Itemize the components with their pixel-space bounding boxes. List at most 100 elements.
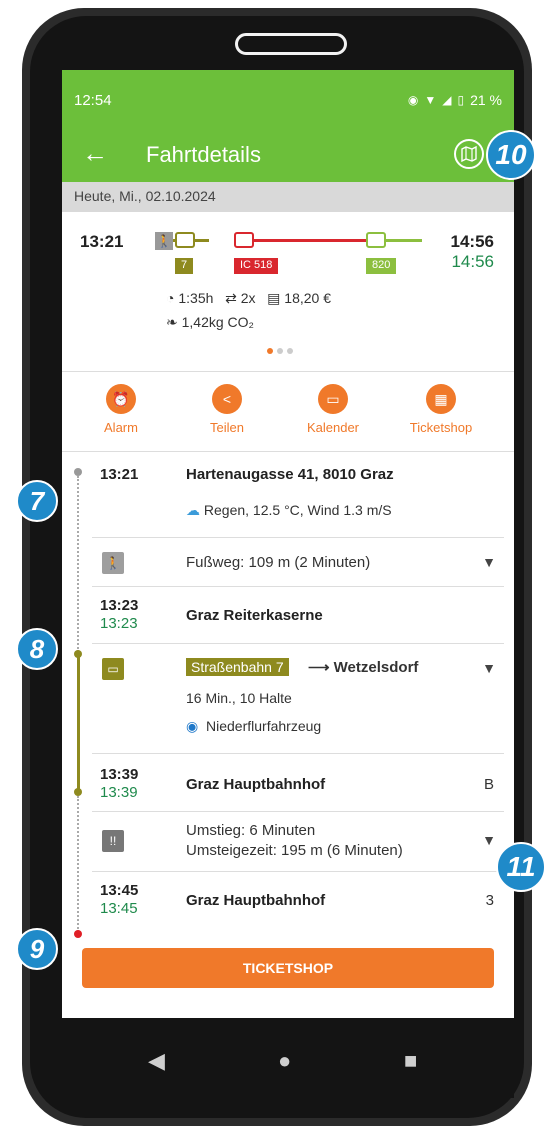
stop-row[interactable]: 13:23 13:23 Graz Reiterkaserne: [92, 587, 504, 644]
tram-feature: ◉ Niederflurfahrzeug: [186, 718, 321, 735]
app-screen: 12:54 ◉ ▼ ◢ ▯ 21 % ← Fahrtdetails Heute,…: [62, 70, 514, 1018]
alarm-label: Alarm: [104, 420, 138, 435]
callout-11: 11: [496, 842, 546, 892]
track-number: 3: [485, 892, 494, 909]
battery-level: 21 %: [470, 92, 502, 108]
callout-7: 7: [16, 480, 58, 522]
expand-icon[interactable]: ▼: [482, 554, 496, 570]
status-time: 12:54: [74, 92, 112, 109]
walk-icon: 🚶: [155, 232, 173, 250]
recents-square-icon[interactable]: ■: [404, 1048, 417, 1074]
train-line-badge: IC 518: [234, 258, 279, 274]
pager-dot[interactable]: [287, 348, 293, 354]
trip-co2: ❧ 1,42kg CO₂: [166, 314, 254, 331]
weather-text: Regen, 12.5 °C, Wind 1.3 m/S: [203, 502, 392, 518]
co2-value: 1,42kg CO₂: [181, 314, 254, 330]
cloud-icon: ☁: [186, 502, 200, 518]
tram-leg-row[interactable]: ▭ Straßenbahn 7 ⟶ Wetzelsdorf ▼ 16 Min.,…: [92, 644, 504, 754]
stop-time-actual: 13:39: [100, 784, 138, 801]
walk-row[interactable]: 🚶 Fußweg: 109 m (2 Minuten) ▼: [92, 537, 504, 587]
map-button[interactable]: [454, 139, 484, 169]
weather-info: ☁ Regen, 12.5 °C, Wind 1.3 m/S: [186, 502, 392, 519]
stop-marker: [74, 788, 82, 796]
pager-dots[interactable]: [267, 348, 293, 354]
share-label: Teilen: [210, 420, 244, 435]
wifi-icon: ▼: [424, 93, 437, 107]
share-button[interactable]: < Teilen: [182, 384, 272, 435]
stop-time-actual: 13:45: [100, 900, 138, 917]
ticketshop-action-button[interactable]: ▦ Ticketshop: [396, 384, 486, 435]
calendar-button[interactable]: ▭ Kalender: [288, 384, 378, 435]
pager-dot[interactable]: [267, 348, 273, 354]
trip-summary[interactable]: 13:21 🚶 7 IC 518 820 14:56 14:56 ◔ 1:35h…: [62, 212, 514, 372]
timeline-segment: [254, 239, 366, 242]
walk-icon: 🚶: [102, 552, 124, 574]
tram-icon: ▭: [102, 658, 124, 680]
callout-9: 9: [16, 928, 58, 970]
stop-name: Graz Reiterkaserne: [186, 607, 323, 624]
train-icon: [234, 232, 254, 248]
app-bar: ← Fahrtdetails: [62, 130, 514, 182]
stop-row[interactable]: 13:21 Hartenaugasse 41, 8010 Graz ☁ Rege…: [92, 452, 504, 526]
change-icon: ⇄: [225, 290, 237, 306]
tram-info: 16 Min., 10 Halte: [186, 690, 292, 706]
trip-duration: 1:35h: [178, 290, 214, 306]
tram-line: [77, 656, 80, 790]
back-triangle-icon[interactable]: ◀: [148, 1048, 165, 1074]
stop-row[interactable]: 13:45 13:45 Graz Hauptbahnhof 3: [92, 872, 504, 927]
share-icon: <: [212, 384, 242, 414]
calendar-label: Kalender: [306, 420, 360, 435]
stop-marker: [74, 468, 82, 476]
battery-icon: ▯: [457, 93, 465, 107]
stop-time-actual: 13:23: [100, 615, 138, 632]
pager-dot[interactable]: [277, 348, 283, 354]
status-icons: ◉ ▼ ◢ ▯ 21 %: [408, 92, 502, 108]
tram-line-badge: Straßenbahn 7: [186, 658, 289, 676]
trip-price: 18,20 €: [284, 290, 332, 306]
stop-name: Hartenaugasse 41, 8010 Graz: [186, 466, 394, 483]
page-title: Fahrtdetails: [146, 142, 261, 167]
stop-time: 13:21: [100, 466, 139, 483]
signal-icon: ◢: [442, 93, 452, 107]
leaf-icon: ❧: [166, 314, 178, 330]
clock-icon: ◔: [166, 290, 175, 306]
timeline-segment: [195, 239, 209, 242]
date-bar: Heute, Mi., 02.10.2024: [62, 182, 514, 212]
transfer-line: [77, 796, 79, 932]
stop-marker: [74, 930, 82, 938]
tram-direction: ⟶ Wetzelsdorf: [308, 659, 419, 676]
alarm-button[interactable]: ⏰ Alarm: [76, 384, 166, 435]
ticketshop-button[interactable]: TICKETSHOP: [82, 948, 494, 988]
bus-icon: [366, 232, 386, 248]
transfer-icon: !!: [102, 830, 124, 852]
action-row: ⏰ Alarm < Teilen ▭ Kalender ▦ Ticketshop: [62, 372, 514, 452]
map-icon: [461, 146, 477, 162]
money-icon: ▤: [267, 290, 281, 306]
tram-line-badge: 7: [175, 258, 194, 274]
expand-icon[interactable]: ▼: [482, 832, 496, 848]
walk-text: Fußweg: 109 m (2 Minuten): [186, 554, 371, 571]
callout-10: 10: [486, 130, 536, 180]
stop-name: Graz Hauptbahnhof: [186, 892, 326, 909]
arrival-time-actual: 14:56: [451, 252, 494, 271]
stop-name: Graz Hauptbahnhof: [186, 776, 326, 793]
ticket-icon: ▦: [426, 384, 456, 414]
itinerary-list: 13:21 Hartenaugasse 41, 8010 Graz ☁ Rege…: [62, 452, 514, 992]
expand-icon[interactable]: ▼: [482, 660, 496, 676]
alarm-icon: ⏰: [106, 384, 136, 414]
stop-time: 13:45: [100, 882, 139, 899]
stop-row[interactable]: 13:39 13:39 Graz Hauptbahnhof B: [92, 754, 504, 812]
stop-time: 13:23: [100, 597, 139, 614]
track-number: B: [483, 776, 494, 793]
arrival-time: 14:56: [450, 232, 494, 251]
tram-icon: [175, 232, 195, 248]
transfer-row[interactable]: !! Umstieg: 6 Minuten Umsteigezeit: 195 …: [92, 812, 504, 872]
home-circle-icon[interactable]: ●: [278, 1048, 291, 1074]
transfer-distance: Umsteigezeit: 195 m (6 Minuten): [186, 842, 403, 859]
walk-line: [77, 476, 79, 652]
vibrate-icon: ◉: [407, 93, 419, 107]
arrow-left-icon[interactable]: ←: [82, 138, 108, 169]
status-bar: 12:54 ◉ ▼ ◢ ▯ 21 %: [62, 70, 514, 130]
callout-8: 8: [16, 628, 58, 670]
calendar-icon: ▭: [318, 384, 348, 414]
